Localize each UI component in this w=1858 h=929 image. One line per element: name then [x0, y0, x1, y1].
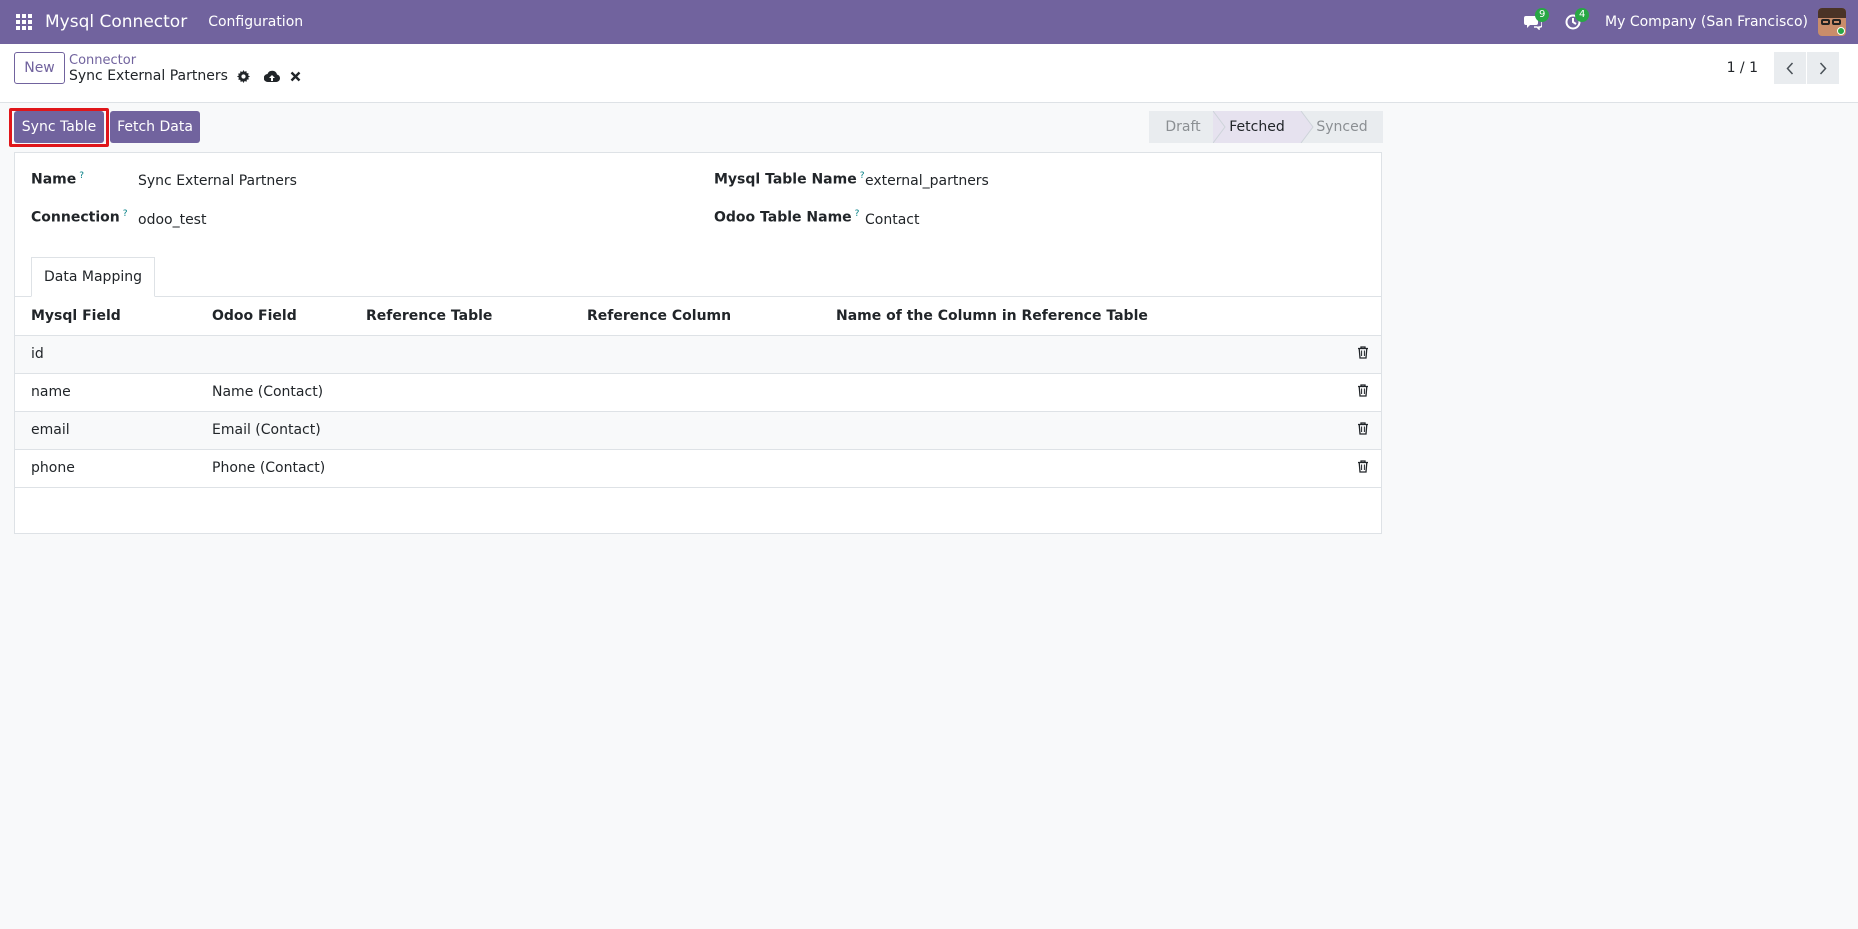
table-header-row: Mysql Field Odoo Field Reference Table R… — [15, 297, 1381, 336]
mysql-field-cell[interactable]: phone — [15, 449, 196, 488]
reference-column-cell[interactable] — [571, 335, 820, 374]
trash-icon[interactable] — [1357, 421, 1371, 436]
trash-icon[interactable] — [1357, 345, 1371, 360]
messages-badge: 9 — [1535, 8, 1550, 22]
column-reference-table[interactable]: Reference Table — [350, 297, 571, 336]
discard-icon[interactable] — [288, 68, 304, 84]
data-mapping-table: Mysql Field Odoo Field Reference Table R… — [15, 297, 1381, 488]
stage-fetched[interactable]: Fetched — [1213, 111, 1301, 143]
messages-button[interactable]: 9 — [1513, 0, 1553, 44]
column-odoo-field[interactable]: Odoo Field — [196, 297, 350, 336]
ref-col-name-cell[interactable] — [820, 373, 1341, 412]
top-navbar: Mysql Connector Configuration 9 4 My Com… — [0, 0, 1858, 44]
column-reference-column[interactable]: Reference Column — [571, 297, 820, 336]
name-field[interactable]: Sync External Partners — [138, 173, 297, 189]
pager-next-button[interactable] — [1807, 52, 1839, 84]
mysql-table-label: Mysql Table Name? — [714, 171, 865, 188]
reference-column-cell[interactable] — [571, 373, 820, 412]
ref-col-name-cell[interactable] — [820, 449, 1341, 488]
table-row[interactable]: name Name (Contact) — [15, 373, 1381, 412]
user-avatar[interactable] — [1818, 8, 1846, 36]
name-label: Name? — [31, 171, 85, 188]
table-row[interactable]: email Email (Contact) — [15, 411, 1381, 450]
breadcrumb-connector[interactable]: Connector — [69, 53, 136, 68]
gear-icon[interactable] — [236, 68, 252, 84]
reference-column-cell[interactable] — [571, 449, 820, 488]
chevron-left-icon — [1786, 61, 1794, 75]
record-title: Sync External Partners — [69, 68, 228, 84]
company-switcher[interactable]: My Company (San Francisco) — [1605, 14, 1808, 30]
activities-badge: 4 — [1575, 8, 1590, 22]
reference-table-cell[interactable] — [350, 411, 571, 450]
connection-label: Connection? — [31, 209, 128, 226]
stage-synced[interactable]: Synced — [1301, 111, 1383, 143]
help-icon[interactable]: ? — [79, 171, 84, 181]
table-row[interactable]: id — [15, 335, 1381, 374]
ref-col-name-cell[interactable] — [820, 411, 1341, 450]
mysql-field-cell[interactable]: name — [15, 373, 196, 412]
reference-table-cell[interactable] — [350, 335, 571, 374]
reference-column-cell[interactable] — [571, 411, 820, 450]
apps-menu-icon[interactable] — [0, 0, 48, 44]
trash-icon[interactable] — [1357, 459, 1371, 474]
odoo-table-field[interactable]: Contact — [865, 212, 919, 228]
mysql-field-cell[interactable]: email — [15, 411, 196, 450]
odoo-field-cell[interactable]: Email (Contact) — [196, 411, 350, 450]
odoo-field-cell[interactable]: Phone (Contact) — [196, 449, 350, 488]
app-name[interactable]: Mysql Connector — [45, 12, 187, 32]
activities-button[interactable]: 4 — [1553, 0, 1593, 44]
mysql-field-cell[interactable]: id — [15, 335, 196, 374]
new-button[interactable]: New — [14, 52, 65, 84]
chevron-right-icon — [1819, 61, 1827, 75]
pager-value[interactable]: 1 / 1 — [1727, 60, 1758, 76]
column-mysql-field[interactable]: Mysql Field — [15, 297, 196, 336]
highlight-box — [9, 108, 109, 147]
stage-draft[interactable]: Draft — [1149, 111, 1213, 143]
mysql-table-field[interactable]: external_partners — [865, 173, 989, 189]
reference-table-cell[interactable] — [350, 449, 571, 488]
odoo-table-label: Odoo Table Name? — [714, 209, 860, 226]
tab-data-mapping[interactable]: Data Mapping — [31, 257, 155, 297]
help-icon[interactable]: ? — [855, 209, 860, 219]
stage-pipeline: Draft Fetched Synced — [1149, 111, 1383, 143]
trash-icon[interactable] — [1357, 383, 1371, 398]
breadcrumb-current: Sync External Partners — [69, 68, 304, 84]
ref-col-name-cell[interactable] — [820, 335, 1341, 374]
reference-table-cell[interactable] — [350, 373, 571, 412]
control-panel: New Connector Sync External Partners 1 /… — [0, 44, 1858, 103]
odoo-field-cell[interactable] — [196, 335, 350, 374]
column-ref-column-name[interactable]: Name of the Column in Reference Table — [820, 297, 1341, 336]
connection-field[interactable]: odoo_test — [138, 212, 206, 228]
menu-configuration[interactable]: Configuration — [208, 14, 303, 30]
online-status-icon — [1837, 27, 1845, 35]
fetch-data-button[interactable]: Fetch Data — [110, 111, 200, 143]
cloud-upload-icon[interactable] — [263, 68, 280, 84]
help-icon[interactable]: ? — [860, 171, 865, 181]
help-icon[interactable]: ? — [123, 209, 128, 219]
status-bar: Sync Table Fetch Data Draft Fetched Sync… — [0, 103, 1858, 153]
form-sheet: Name? Sync External Partners Connection?… — [14, 152, 1382, 534]
odoo-field-cell[interactable]: Name (Contact) — [196, 373, 350, 412]
pager-previous-button[interactable] — [1774, 52, 1806, 84]
table-row[interactable]: phone Phone (Contact) — [15, 449, 1381, 488]
